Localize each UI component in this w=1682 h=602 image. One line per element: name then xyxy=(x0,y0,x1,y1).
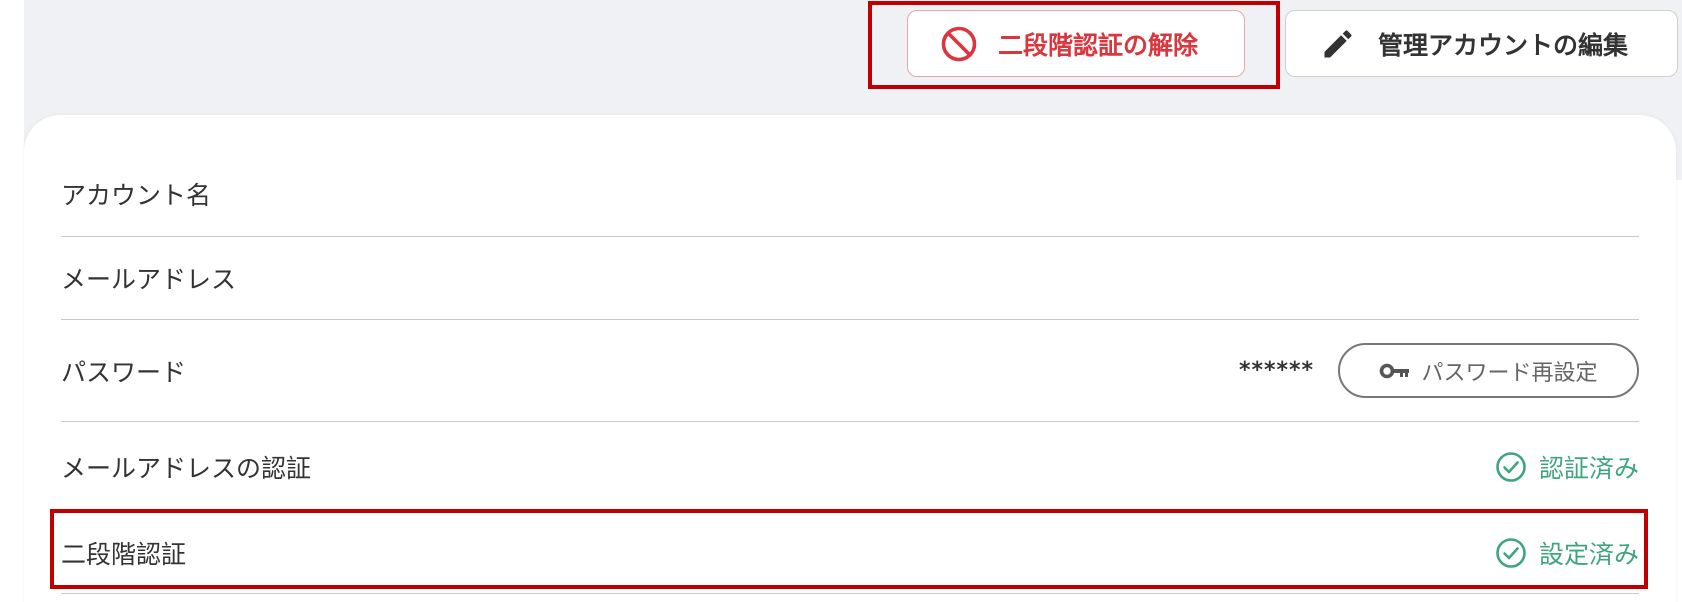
password-reset-label: パスワード再設定 xyxy=(1421,360,1598,386)
password-reset-button[interactable]: パスワード再設定 xyxy=(1338,343,1639,398)
admin-account-page: 二段階認証の解除 管理アカウントの編集 アカウント名 メールアドレス パスワード… xyxy=(0,0,1682,602)
email-verification-label: メールアドレスの認証 xyxy=(61,454,312,483)
password-mask: ****** xyxy=(1238,358,1314,383)
disable-2fa-button[interactable]: 二段階認証の解除 xyxy=(907,10,1245,77)
check-circle-icon xyxy=(1495,537,1527,569)
block-icon xyxy=(940,25,978,63)
row-password: パスワード ****** パスワード再設定 xyxy=(61,320,1639,422)
email-verified-text: 認証済み xyxy=(1538,454,1639,483)
password-controls: ****** パスワード再設定 xyxy=(1239,343,1639,398)
pencil-icon xyxy=(1320,26,1356,62)
key-icon xyxy=(1379,362,1411,380)
row-divider xyxy=(61,593,1639,594)
row-two-factor: 二段階認証 設定済み xyxy=(61,513,1639,593)
account-name-label: アカウント名 xyxy=(61,181,212,210)
row-email-verification: メールアドレスの認証 認証済み xyxy=(61,422,1639,513)
two-factor-status: 設定済み xyxy=(1495,535,1639,571)
password-label: パスワード xyxy=(61,357,187,387)
edit-admin-account-label: 管理アカウントの編集 xyxy=(1378,30,1629,60)
disable-2fa-label: 二段階認証の解除 xyxy=(998,30,1199,60)
edit-admin-account-button[interactable]: 管理アカウントの編集 xyxy=(1285,10,1678,77)
two-factor-status-text: 設定済み xyxy=(1538,540,1639,569)
email-label: メールアドレス xyxy=(61,265,237,294)
email-verified-status: 認証済み xyxy=(1495,449,1639,485)
two-factor-label: 二段階認証 xyxy=(61,540,187,569)
row-email: メールアドレス xyxy=(61,237,1639,320)
row-account-name: アカウント名 xyxy=(61,152,1639,237)
check-circle-icon xyxy=(1495,451,1527,483)
